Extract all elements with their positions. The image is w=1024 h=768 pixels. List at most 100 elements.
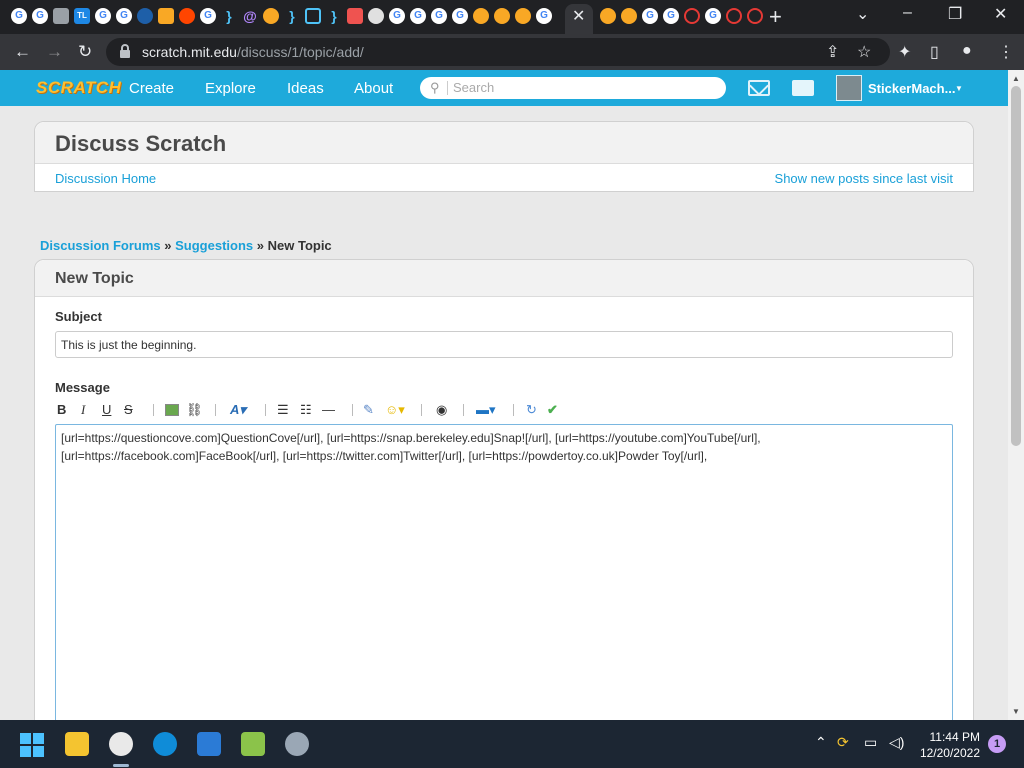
taskbar-clock[interactable]: 11:44 PM 12/20/2022: [918, 729, 980, 761]
bitcoin-tab-icon[interactable]: [621, 8, 637, 24]
search-input[interactable]: ⚲ Search: [420, 77, 726, 99]
chevron-down-icon[interactable]: ▼: [955, 84, 963, 93]
clear-format-icon[interactable]: ↻: [526, 401, 537, 419]
app-tab-icon[interactable]: [347, 8, 363, 24]
store-icon[interactable]: [197, 732, 221, 756]
numbered-list-icon[interactable]: ☷: [300, 401, 312, 419]
sync-icon[interactable]: ⟳: [837, 734, 849, 751]
volume-icon[interactable]: ◁): [889, 734, 904, 751]
breadcrumb-forums-link[interactable]: Discussion Forums: [40, 238, 161, 253]
restore-button[interactable]: ❐: [948, 4, 962, 24]
brackets-tab-icon[interactable]: }: [221, 8, 237, 24]
quora-tab-icon[interactable]: [747, 8, 763, 24]
globe-icon[interactable]: ◉: [436, 401, 447, 419]
bitcoin-tab-icon[interactable]: [263, 8, 279, 24]
message-textarea[interactable]: [url=https://questioncove.com]QuestionCo…: [55, 424, 953, 720]
username-label[interactable]: StickerMach...: [868, 81, 955, 96]
scroll-thumb[interactable]: [1011, 86, 1021, 446]
monitor-tab-icon[interactable]: [53, 8, 69, 24]
google-tab-icon[interactable]: G: [200, 8, 216, 24]
new-tab-button[interactable]: +: [769, 4, 782, 30]
brackets-tab-icon[interactable]: }: [284, 8, 300, 24]
profile-icon[interactable]: ●: [962, 42, 972, 60]
reddit-tab-icon[interactable]: [179, 8, 195, 24]
google-tab-icon[interactable]: G: [452, 8, 468, 24]
bookmark-star-icon[interactable]: ☆: [857, 42, 871, 62]
chevron-up-icon[interactable]: ⌃: [815, 734, 827, 751]
google-tab-icon[interactable]: G: [389, 8, 405, 24]
bold-button[interactable]: B: [57, 401, 66, 419]
address-bar[interactable]: scratch.mit.edu/discuss/1/topic/add/ ⇪ ☆: [106, 38, 890, 66]
smiley-icon[interactable]: ☺▾: [385, 401, 405, 419]
quora-tab-icon[interactable]: [684, 8, 700, 24]
user-avatar[interactable]: [836, 75, 862, 101]
google-tab-icon[interactable]: G: [116, 8, 132, 24]
italic-button[interactable]: I: [81, 401, 85, 419]
google-tab-icon[interactable]: G: [663, 8, 679, 24]
image-icon[interactable]: [165, 404, 179, 416]
google-tab-icon[interactable]: G: [32, 8, 48, 24]
scratchblocks-icon[interactable]: ▬▾: [476, 401, 496, 419]
google-tab-icon[interactable]: G: [705, 8, 721, 24]
chrome-tab-icon[interactable]: [368, 8, 384, 24]
google-tab-icon[interactable]: G: [95, 8, 111, 24]
nav-create-link[interactable]: Create: [129, 80, 174, 97]
strikethrough-button[interactable]: S: [124, 401, 133, 419]
google-tab-icon[interactable]: G: [642, 8, 658, 24]
google-tab-icon[interactable]: G: [410, 8, 426, 24]
tl-tab-icon[interactable]: TL: [74, 8, 90, 24]
breadcrumb-suggestions-link[interactable]: Suggestions: [175, 238, 253, 253]
file-explorer-icon[interactable]: [65, 732, 89, 756]
lock-icon[interactable]: [120, 44, 130, 58]
forward-arrow-icon[interactable]: →: [46, 42, 63, 62]
horizontal-rule-icon[interactable]: —: [322, 401, 335, 419]
nav-explore-link[interactable]: Explore: [205, 80, 256, 97]
bitcoin-tab-icon[interactable]: [600, 8, 616, 24]
back-arrow-icon[interactable]: ←: [14, 42, 31, 62]
side-panel-icon[interactable]: ▯: [930, 42, 939, 62]
settings-gear-icon[interactable]: [285, 732, 309, 756]
reload-icon[interactable]: ↻: [78, 42, 92, 62]
notification-badge[interactable]: 1: [988, 735, 1006, 753]
brackets-tab-icon[interactable]: }: [326, 8, 342, 24]
code-icon[interactable]: ✎: [363, 401, 374, 419]
subject-input[interactable]: [55, 331, 953, 358]
quora-tab-icon[interactable]: [726, 8, 742, 24]
bitcoin-tab-icon[interactable]: [494, 8, 510, 24]
close-tab-icon[interactable]: ✕: [572, 6, 585, 26]
nav-ideas-link[interactable]: Ideas: [287, 80, 324, 97]
bitcoin-tab-icon[interactable]: [515, 8, 531, 24]
my-stuff-folder-icon[interactable]: [792, 80, 814, 96]
google-tab-icon[interactable]: G: [11, 8, 27, 24]
font-color-icon[interactable]: A▾: [230, 401, 246, 419]
preview-check-icon[interactable]: ✔: [547, 401, 558, 419]
link-icon[interactable]: ⛓: [186, 401, 203, 419]
url-text[interactable]: scratch.mit.edu/discuss/1/topic/add/: [142, 44, 364, 60]
google-tab-icon[interactable]: G: [536, 8, 552, 24]
show-new-posts-link[interactable]: Show new posts since last visit: [775, 171, 953, 186]
discussion-home-link[interactable]: Discussion Home: [55, 171, 156, 186]
chrome-taskbar-icon[interactable]: [109, 732, 133, 756]
page-scrollbar[interactable]: ▲ ▼: [1008, 70, 1024, 720]
edge-icon[interactable]: [153, 732, 177, 756]
scratch-logo[interactable]: SCRATCH: [36, 78, 121, 98]
wifi-tab-icon[interactable]: [137, 8, 153, 24]
minimize-button[interactable]: –: [903, 4, 912, 22]
messages-mail-icon[interactable]: [748, 80, 770, 96]
network-icon[interactable]: ▭: [864, 734, 877, 751]
extensions-puzzle-icon[interactable]: ✦: [898, 42, 911, 62]
google-tab-icon[interactable]: G: [431, 8, 447, 24]
tab-search-icon[interactable]: ⌄: [856, 4, 869, 24]
at-tab-icon[interactable]: @: [242, 8, 258, 24]
frame-tab-icon[interactable]: [305, 8, 321, 24]
share-icon[interactable]: ⇪: [826, 42, 839, 62]
app-tab-icon[interactable]: [158, 8, 174, 24]
bitcoin-tab-icon[interactable]: [473, 8, 489, 24]
underline-button[interactable]: U: [102, 401, 111, 419]
notepad-icon[interactable]: [241, 732, 265, 756]
close-window-button[interactable]: ✕: [994, 4, 1007, 24]
scroll-down-arrow-icon[interactable]: ▼: [1012, 707, 1020, 716]
menu-kebab-icon[interactable]: ⋮: [998, 42, 1014, 62]
windows-start-icon[interactable]: [20, 733, 44, 757]
nav-about-link[interactable]: About: [354, 80, 393, 97]
